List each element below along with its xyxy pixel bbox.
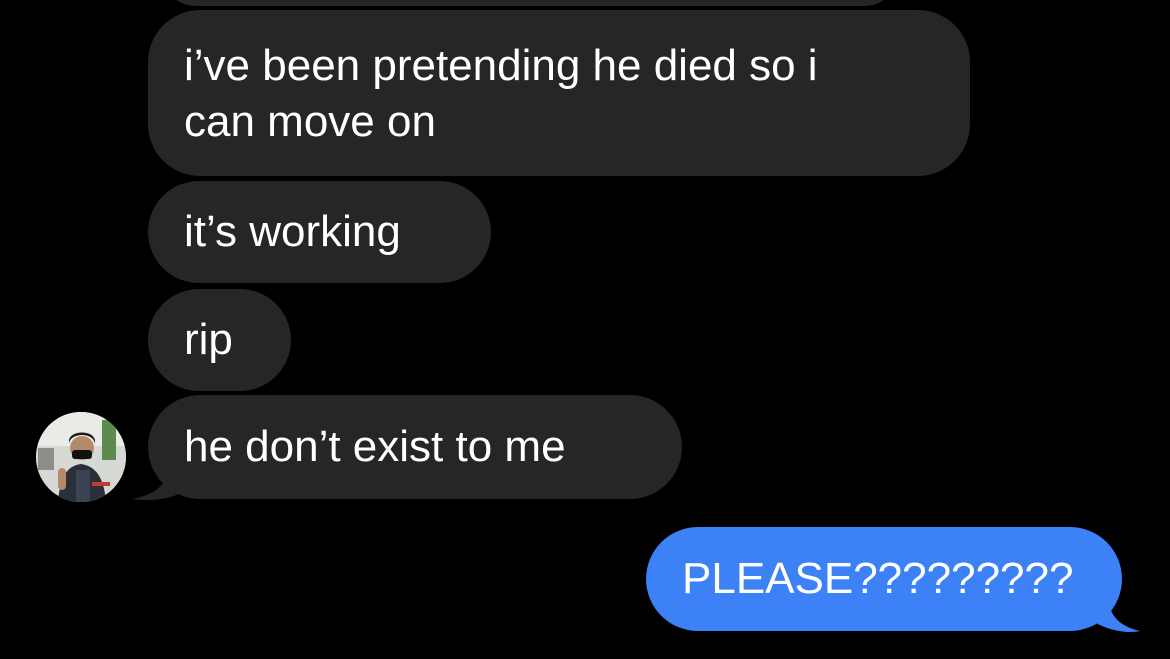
- message-bubble-incoming[interactable]: he don’t exist to me: [148, 395, 682, 499]
- message-text-line: i’ve been pretending he died so i: [184, 41, 818, 90]
- message-text-line: can move on: [184, 97, 436, 146]
- contact-avatar[interactable]: [36, 412, 126, 502]
- message-bubble-cutoff[interactable]: [160, 0, 900, 6]
- message-text: he don’t exist to me: [184, 422, 566, 471]
- message-bubble-incoming[interactable]: i’ve been pretending he died so i can mo…: [148, 10, 970, 176]
- message-bubble-incoming[interactable]: rip: [148, 289, 291, 391]
- message-text: rip: [184, 315, 233, 364]
- contact-avatar-photo: [36, 412, 126, 502]
- message-bubble-incoming[interactable]: it’s working: [148, 181, 491, 283]
- message-bubble-outgoing[interactable]: PLEASE?????????: [646, 527, 1122, 631]
- message-text: it’s working: [184, 207, 401, 256]
- message-text: PLEASE?????????: [682, 554, 1074, 603]
